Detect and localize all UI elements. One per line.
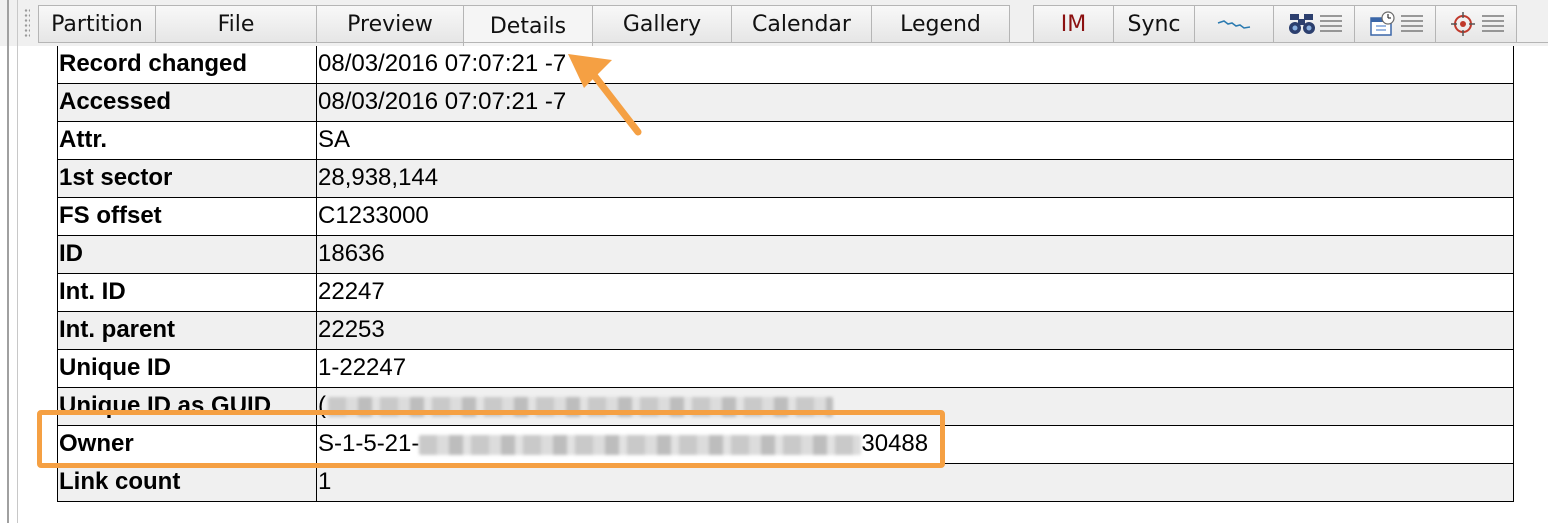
- row-key: Int. parent: [58, 312, 317, 349]
- tab-bar: Partition File Preview Details Gallery C…: [0, 0, 1548, 46]
- tab-im[interactable]: IM: [1033, 5, 1114, 43]
- row-key: Record changed: [58, 46, 317, 83]
- tab-sync[interactable]: Sync: [1113, 5, 1195, 43]
- tab-partition[interactable]: Partition: [38, 5, 156, 43]
- details-window: Partition File Preview Details Gallery C…: [0, 0, 1548, 523]
- table-row: Unique ID 1-22247: [58, 350, 1513, 388]
- table-row: ID 18636: [58, 236, 1513, 274]
- table-row: Accessed 08/03/2016 07:07:21 -7: [58, 84, 1513, 122]
- tab-details[interactable]: Details: [463, 5, 593, 46]
- tab-legend[interactable]: Legend: [871, 5, 1010, 43]
- table-row: FS offset C1233000: [58, 198, 1513, 236]
- table-row: 1st sector 28,938,144: [58, 160, 1513, 198]
- tab-preview[interactable]: Preview: [316, 5, 464, 43]
- row-key: Attr.: [58, 122, 317, 159]
- row-key: Link count: [58, 464, 317, 501]
- binoculars-list-icon[interactable]: [1273, 5, 1355, 43]
- row-key: ID: [58, 236, 317, 273]
- tab-calendar[interactable]: Calendar: [731, 5, 872, 43]
- table-row: Link count 1: [58, 464, 1513, 502]
- table-row: Int. ID 22247: [58, 274, 1513, 312]
- row-key: FS offset: [58, 198, 317, 235]
- row-value: 08/03/2016 07:07:21 -7: [318, 88, 567, 115]
- row-value: 28,938,144: [318, 164, 439, 191]
- tab-gallery[interactable]: Gallery: [592, 5, 732, 43]
- annotation-arrow-icon: [568, 54, 642, 136]
- row-key: Accessed: [58, 84, 317, 121]
- row-key: Unique ID: [58, 350, 317, 387]
- table-row: Record changed 08/03/2016 07:07:21 -7: [58, 46, 1513, 84]
- row-key: Int. ID: [58, 274, 317, 311]
- tab-file[interactable]: File: [155, 5, 317, 43]
- timeline-wave-icon[interactable]: [1194, 5, 1274, 43]
- calendar-list-icon[interactable]: [1354, 5, 1436, 43]
- target-list-icon[interactable]: [1435, 5, 1517, 43]
- row-value: 1: [318, 468, 332, 495]
- row-value: 08/03/2016 07:07:21 -7: [318, 50, 567, 77]
- toolbar-grip[interactable]: [24, 8, 30, 38]
- row-value: 22253: [318, 316, 385, 343]
- row-value: C1233000: [318, 202, 429, 229]
- row-value: 22247: [318, 278, 385, 305]
- row-value: 1-22247: [318, 354, 407, 381]
- table-row: Int. parent 22253: [58, 312, 1513, 350]
- row-value: SA: [318, 126, 351, 153]
- row-value: 18636: [318, 240, 385, 267]
- table-row: Attr. SA: [58, 122, 1513, 160]
- owner-highlight-box: [37, 410, 945, 468]
- row-key: 1st sector: [58, 160, 317, 197]
